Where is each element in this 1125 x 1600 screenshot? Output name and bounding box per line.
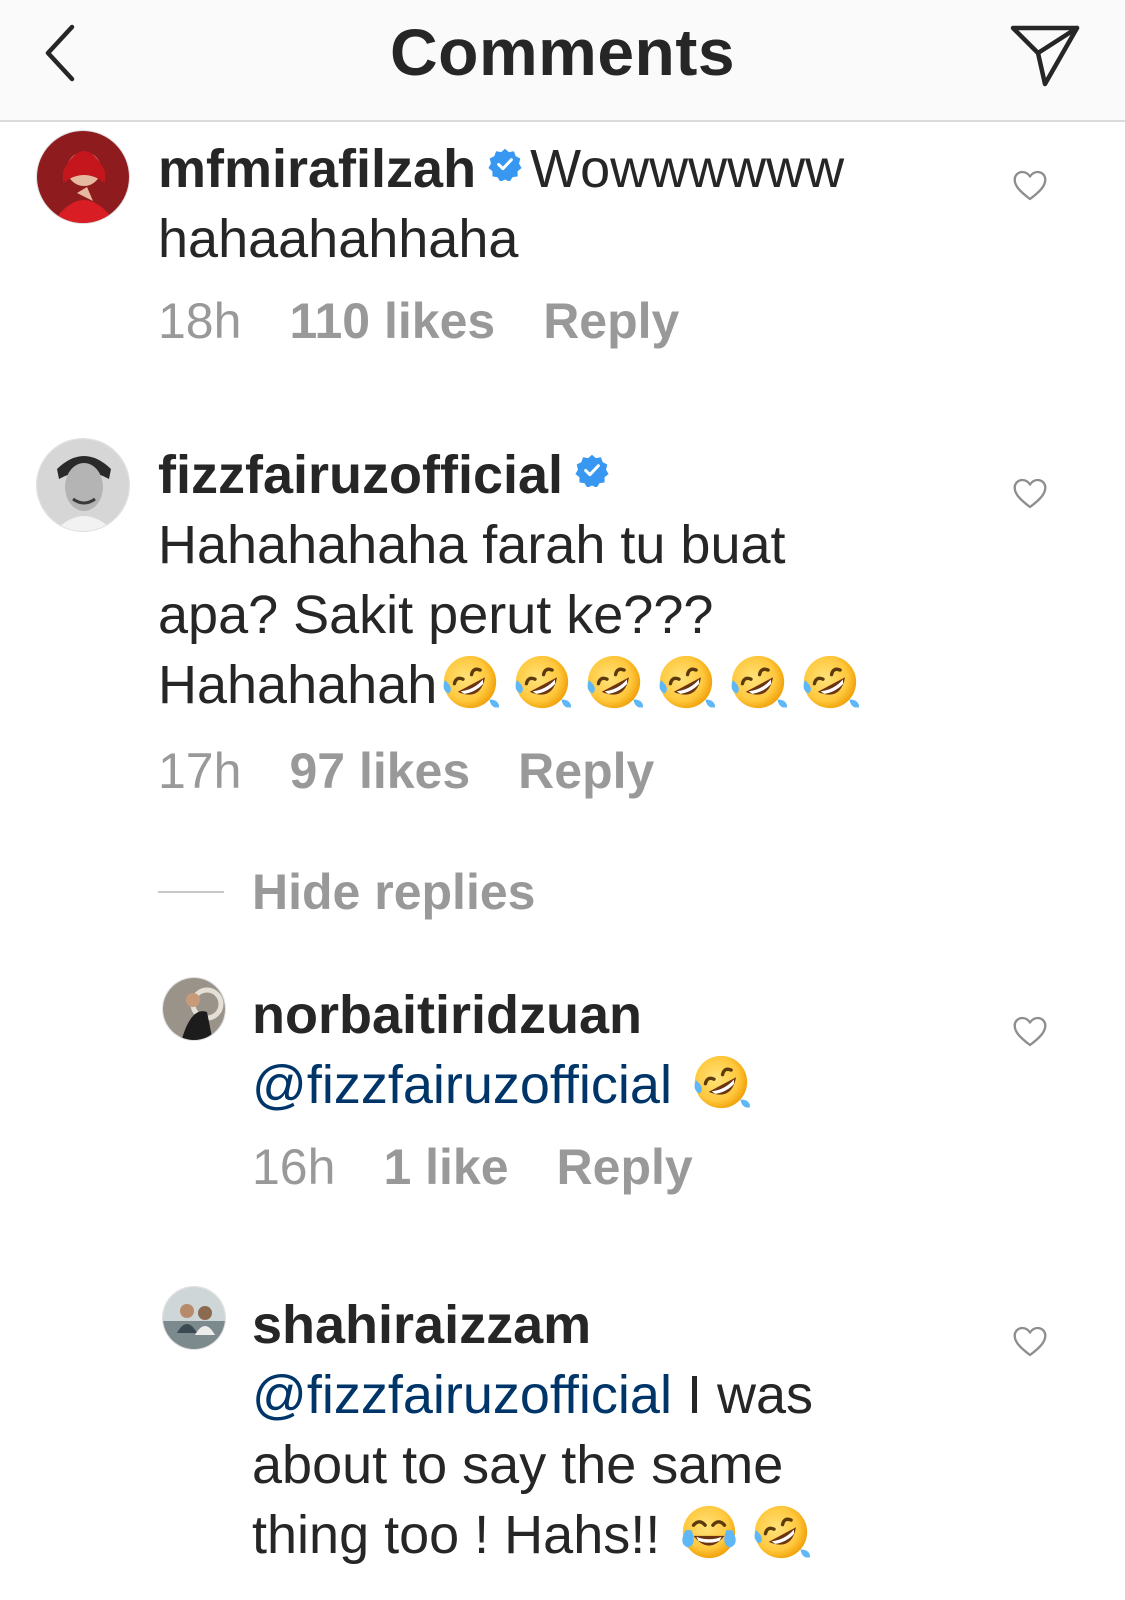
reply-text: I was [671, 1365, 813, 1425]
avatar-image [37, 439, 129, 531]
reply-body: norbaitiridzuan @fizzfairuzofficial [252, 980, 757, 1120]
rolling-on-floor-laughing-emoji [655, 651, 717, 713]
avatar[interactable] [162, 977, 226, 1041]
rolling-on-floor-laughing-emoji [750, 1501, 812, 1563]
face-with-tears-of-joy-emoji [678, 1501, 740, 1563]
reply-text: thing too ! Hahs!! [252, 1505, 661, 1565]
divider [158, 891, 224, 893]
page-title: Comments [389, 15, 736, 89]
comment-text: Wowwwwww [530, 139, 845, 199]
heart-icon [1012, 1325, 1048, 1358]
verified-badge-icon [575, 453, 609, 487]
reply-button[interactable]: Reply [543, 293, 679, 349]
reply-username[interactable]: shahiraizzam [252, 1295, 591, 1355]
rolling-on-floor-laughing-emoji [727, 651, 789, 713]
avatar-image [163, 1287, 225, 1349]
reply-button[interactable]: Reply [557, 1139, 693, 1195]
rolling-on-floor-laughing-emoji [690, 1051, 752, 1113]
heart-icon [1012, 477, 1048, 510]
mention-link[interactable]: @fizzfairuzofficial [252, 1365, 672, 1425]
heart-icon [1012, 169, 1048, 202]
rolling-on-floor-laughing-emoji [583, 651, 645, 713]
avatar[interactable] [36, 438, 130, 532]
hide-replies-label: Hide replies [252, 864, 536, 920]
comment-text: hahaahahhaha [158, 209, 519, 269]
comment-body: mfmirafilzah Wowwwwww hahaahahhaha [158, 134, 844, 274]
comment-body: fizzfairuzofficial Hahahahaha farah tu b… [158, 440, 866, 720]
reply-meta: 16h 1 like Reply [252, 1138, 741, 1196]
header-bar: Comments [0, 0, 1125, 122]
comment-text: Hahahahah [158, 655, 438, 715]
back-button[interactable] [30, 20, 90, 86]
avatar[interactable] [162, 1286, 226, 1350]
hide-replies-button[interactable]: Hide replies [158, 862, 535, 922]
comment-text: apa? Sakit perut ke??? [158, 585, 714, 645]
like-button[interactable] [1005, 1006, 1055, 1056]
comment-time: 17h [158, 743, 242, 799]
reply-username[interactable]: norbaitiridzuan [252, 985, 642, 1045]
like-button[interactable] [1005, 160, 1055, 210]
comment-text: Hahahahaha farah tu buat [158, 515, 786, 575]
paper-plane-icon [1010, 25, 1080, 87]
verified-badge-icon [488, 147, 522, 181]
comment-username[interactable]: fizzfairuzofficial [158, 445, 563, 505]
mention-link[interactable]: @fizzfairuzofficial [252, 1055, 672, 1115]
avatar-image [163, 978, 225, 1040]
avatar[interactable] [36, 130, 130, 224]
likes-count[interactable]: 110 likes [289, 293, 495, 349]
reply-button[interactable]: Reply [518, 743, 654, 799]
comment-time: 18h [158, 293, 242, 349]
reply-body: shahiraizzam @fizzfairuzofficial I was a… [252, 1290, 817, 1570]
rolling-on-floor-laughing-emoji [511, 651, 573, 713]
avatar-image [37, 131, 129, 223]
rolling-on-floor-laughing-emoji [799, 651, 861, 713]
comment-username[interactable]: mfmirafilzah [158, 139, 476, 199]
reply-text: about to say the same [252, 1435, 784, 1495]
share-button[interactable] [1005, 18, 1085, 92]
likes-count[interactable]: 1 like [383, 1139, 508, 1195]
comment-meta: 18h 110 likes Reply [158, 292, 727, 350]
reply-time: 16h [252, 1139, 336, 1195]
rolling-on-floor-laughing-emoji [439, 651, 501, 713]
chevron-left-icon [45, 24, 75, 82]
likes-count[interactable]: 97 likes [289, 743, 470, 799]
like-button[interactable] [1005, 1316, 1055, 1366]
like-button[interactable] [1005, 468, 1055, 518]
heart-icon [1012, 1015, 1048, 1048]
comment-meta: 17h 97 likes Reply [158, 742, 702, 800]
